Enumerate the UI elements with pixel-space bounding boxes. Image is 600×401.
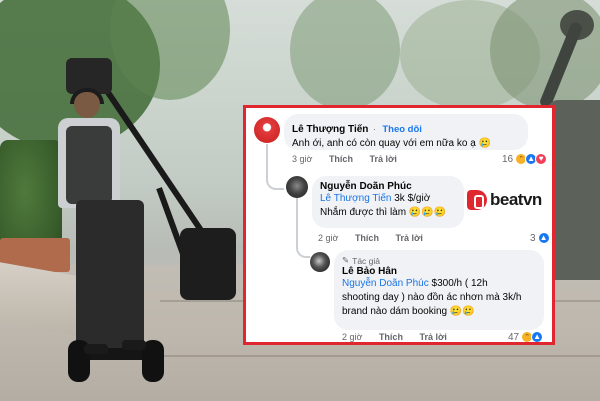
avatar[interactable] xyxy=(310,252,330,272)
comment-screenshot: Lê Thượng Tiến · Theo dõi Anh ới, anh có… xyxy=(243,105,555,345)
emoji: 🥲🥲🥲 xyxy=(408,207,447,218)
avatar[interactable] xyxy=(286,176,308,198)
reaction-count: 47 xyxy=(508,331,520,343)
comment-text-line: shooting day ) nào đồn ác nhơn mà 3k/h xyxy=(342,292,522,303)
comment-author[interactable]: Nguyễn Doãn Phúc xyxy=(320,181,456,192)
comment-bubble: Lê Thượng Tiến · Theo dõi Anh ới, anh có… xyxy=(284,114,528,150)
comment-text: 3k $/giờ xyxy=(391,193,431,204)
avatar[interactable] xyxy=(254,117,280,143)
comment-text: Anh ới, anh có còn quay với em nữa ko ạ xyxy=(292,138,476,149)
pen-icon: ✎ xyxy=(342,255,350,265)
author-badge-label: Tác giả xyxy=(352,255,380,266)
beatvn-logo-icon xyxy=(467,190,487,210)
reply-button[interactable]: Trả lời xyxy=(369,154,396,164)
like-button[interactable]: Thích xyxy=(379,332,403,342)
comment-time[interactable]: 3 giờ xyxy=(292,154,312,164)
comment-bubble: Nguyễn Doãn Phúc Lê Thượng Tiến 3k $/giờ… xyxy=(312,176,464,228)
like-reaction-icon: ▲ xyxy=(531,331,544,342)
like-button[interactable]: Thích xyxy=(329,154,353,164)
reaction-count: 16 xyxy=(502,153,514,165)
thread-line xyxy=(266,144,284,190)
author-badge: ✎ Tác giả xyxy=(342,255,536,266)
reaction-summary[interactable]: 16 ᵔ ▲ ♥ xyxy=(502,153,548,165)
comment-text-line: Nhắm được thì làm xyxy=(320,207,407,218)
reaction-summary[interactable]: 3 ▲ xyxy=(530,232,550,244)
reply-button[interactable]: Trả lời xyxy=(395,233,422,243)
love-reaction-icon: ♥ xyxy=(535,153,548,165)
reaction-count: 3 xyxy=(530,232,536,244)
emoji: 🥲🥲 xyxy=(449,306,475,317)
reply-button[interactable]: Trả lời xyxy=(419,332,446,342)
comment-author[interactable]: Lê Bảo Hân xyxy=(342,266,536,277)
emoji: 🥲 xyxy=(478,138,492,149)
like-reaction-icon: ▲ xyxy=(537,232,550,244)
mention-link[interactable]: Nguyễn Doãn Phúc xyxy=(342,278,429,289)
comment-author[interactable]: Lê Thượng Tiến xyxy=(292,124,368,135)
reaction-summary[interactable]: 47 ᵔ ▲ xyxy=(508,331,544,343)
comment-bubble: ✎ Tác giả Lê Bảo Hân Nguyễn Doãn Phúc $3… xyxy=(334,250,544,330)
thread-line xyxy=(296,198,310,258)
comment-text: $300/h ( 12h xyxy=(428,278,488,289)
like-button[interactable]: Thích xyxy=(355,233,379,243)
comment-time[interactable]: 2 giờ xyxy=(318,233,338,243)
beatvn-logo: beatvn xyxy=(467,190,542,210)
comment-text-line: brand nào dám booking xyxy=(342,306,448,317)
mention-link[interactable]: Lê Thượng Tiến xyxy=(320,193,391,204)
follow-button[interactable]: Theo dõi xyxy=(382,124,422,135)
beatvn-logo-text: beatvn xyxy=(490,190,542,209)
comment-time[interactable]: 2 giờ xyxy=(342,332,362,342)
